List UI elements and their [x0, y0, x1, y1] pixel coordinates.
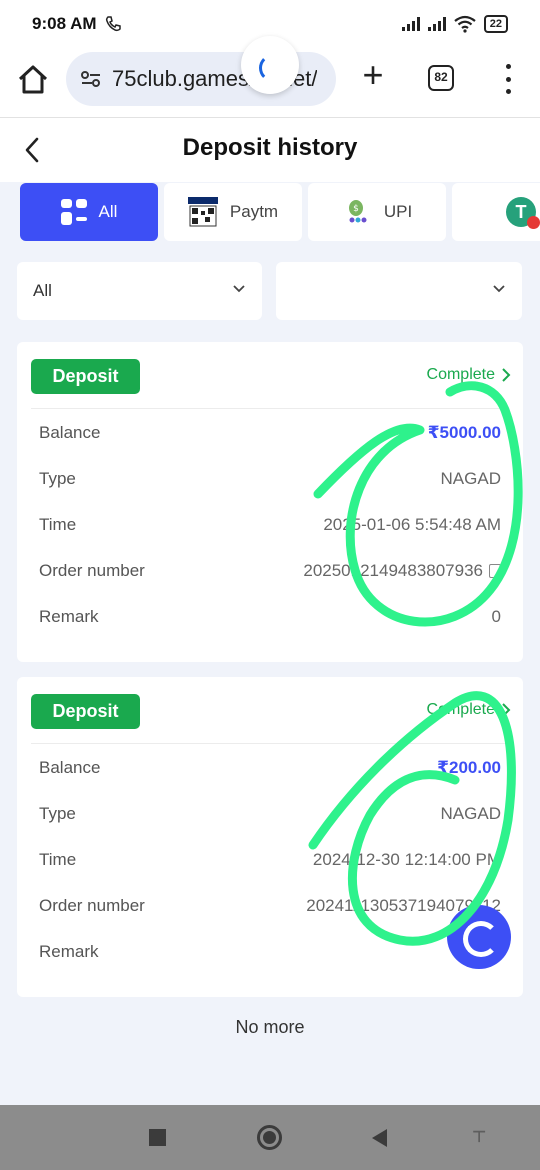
loading-spinner [241, 36, 299, 94]
battery-icon: 22 [483, 15, 508, 33]
balance-row: Balance ₹200.00 [39, 756, 501, 780]
deposit-record-card: Deposit Complete Balance ₹5000.00 Type N… [17, 342, 523, 662]
time-row: Time 2024-12-30 12:14:00 PM [39, 848, 501, 872]
accessibility-icon[interactable]: ⊤ [470, 1129, 488, 1147]
status-right: 22 [401, 15, 508, 33]
order-number-label: Order number [39, 561, 145, 580]
signal-icon [401, 17, 420, 31]
remark-value: 0 [491, 607, 501, 626]
recent-apps-button[interactable] [149, 1129, 166, 1146]
order-number-wrap: 2025012149483807936 [303, 561, 501, 581]
page-title: Deposit history [182, 134, 358, 161]
balance-value: ₹5000.00 [427, 423, 501, 442]
no-more-text: No more [235, 1017, 305, 1037]
chevron-right-icon [502, 368, 511, 382]
home-icon[interactable] [16, 63, 50, 97]
time-label: Time [39, 515, 77, 534]
browser-menu-button[interactable] [498, 64, 518, 94]
tether-icon: T [506, 197, 540, 229]
remark-row: Remark 0 [39, 605, 501, 629]
balance-label: Balance [39, 758, 101, 777]
balance-label: Balance [39, 423, 101, 442]
remark-label: Remark [39, 942, 99, 961]
signal-icon-2 [427, 17, 446, 31]
deposit-badge: Deposit [31, 694, 140, 729]
tab-label: Paytm [229, 202, 279, 221]
paytm-icon [187, 197, 218, 227]
chevron-down-icon [493, 285, 505, 293]
chevron-down-icon [233, 285, 245, 293]
chevron-right-icon [502, 703, 511, 717]
site-settings-icon[interactable] [80, 69, 102, 89]
status-text: Complete [426, 701, 495, 718]
time-value: 2025-01-06 5:54:48 AM [323, 515, 501, 534]
type-row: Type NAGAD [39, 802, 501, 826]
status-left: 9:08 AM [32, 14, 121, 34]
tab-label: UPI [383, 202, 413, 221]
deposit-badge: Deposit [31, 359, 140, 394]
type-label: Type [39, 804, 76, 823]
payment-method-tabs: All Paytm $ UPI T [20, 183, 540, 241]
order-number-row: Order number 202411130537194079112 [39, 894, 501, 918]
balance-row: Balance ₹5000.00 [39, 421, 501, 445]
svg-text:$: $ [353, 204, 359, 214]
tab-label: All [98, 202, 118, 221]
date-filter-select[interactable] [276, 262, 522, 320]
time-row: Time 2025-01-06 5:54:48 AM [39, 513, 501, 537]
tab-paytm[interactable]: Paytm [164, 183, 302, 241]
type-filter-select[interactable]: All [17, 262, 262, 320]
upi-icon: $ [348, 200, 367, 223]
page-header: Deposit history [0, 118, 540, 182]
status-time: 9:08 AM [32, 14, 97, 33]
remark-row: Remark [39, 940, 501, 964]
remark-label: Remark [39, 607, 99, 626]
status-link[interactable]: Complete [427, 366, 511, 384]
home-button[interactable] [257, 1125, 282, 1150]
back-button[interactable] [372, 1129, 387, 1147]
time-value: 2024-12-30 12:14:00 PM [312, 850, 501, 869]
order-number-row: Order number 2025012149483807936 [39, 559, 501, 583]
type-row: Type NAGAD [39, 467, 501, 491]
status-text: Complete [426, 366, 495, 383]
grid-icon [60, 199, 87, 225]
type-value: NAGAD [440, 804, 501, 823]
tab-all[interactable]: All [20, 183, 158, 241]
tab-upi[interactable]: $ UPI [308, 183, 446, 241]
wifi-icon [454, 15, 476, 33]
order-number-value: 2025012149483807936 [303, 561, 483, 580]
phone-icon [105, 16, 121, 32]
divider [31, 408, 509, 409]
status-link[interactable]: Complete [427, 701, 511, 719]
type-filter-value: All [33, 281, 52, 300]
copy-icon[interactable] [489, 564, 501, 578]
tab-switcher-button[interactable]: 82 [428, 65, 454, 91]
type-value: NAGAD [440, 469, 501, 488]
deposit-record-card: Deposit Complete Balance ₹200.00 Type NA… [17, 677, 523, 997]
system-nav-bar: ⊤ [0, 1105, 540, 1170]
support-float-button[interactable] [447, 905, 511, 969]
type-label: Type [39, 469, 76, 488]
new-tab-button[interactable]: + [356, 57, 390, 94]
divider [31, 743, 509, 744]
order-number-label: Order number [39, 896, 145, 915]
balance-value: ₹200.00 [437, 758, 501, 777]
tab-usdt[interactable]: T [452, 183, 540, 241]
time-label: Time [39, 850, 77, 869]
